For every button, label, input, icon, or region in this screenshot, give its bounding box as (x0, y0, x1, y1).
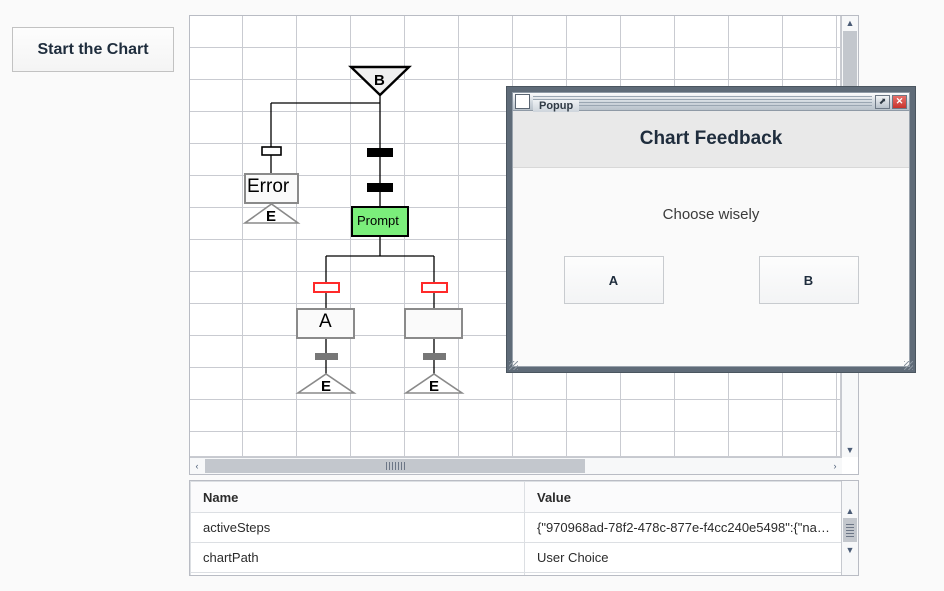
node-step-marker-1[interactable] (367, 148, 393, 157)
popup-title-bar[interactable]: Popup ⬈ ✕ (512, 92, 910, 112)
table-scroll-up-icon[interactable]: ▲ (842, 504, 858, 518)
table-row[interactable]: activeSteps {"970968ad-78f2-478c-877e-f4… (190, 512, 843, 543)
popup-window: Popup ⬈ ✕ Chart Feedback Choose wisely A… (506, 86, 916, 373)
node-boundary-marker[interactable] (261, 146, 282, 156)
close-icon[interactable]: ✕ (892, 94, 907, 109)
grip-icon (385, 462, 405, 470)
column-header-value: Value (524, 481, 843, 513)
table-vertical-scrollbar[interactable]: ▲ ▼ (841, 481, 858, 575)
popup-choice-buttons: A B (513, 256, 909, 304)
maximize-icon[interactable]: ⬈ (875, 94, 890, 109)
window-menu-icon[interactable] (515, 94, 530, 109)
scroll-down-icon[interactable]: ▼ (842, 443, 858, 457)
node-start-event-b[interactable] (348, 65, 412, 97)
table-vscroll-thumb[interactable] (843, 518, 857, 542)
cell-name: activeSteps (190, 512, 525, 543)
popup-message: Choose wisely (662, 206, 760, 223)
table-row[interactable]: instanceId 9e764807-134c-4b30-84a4-6b4b2… (190, 572, 843, 575)
table-scroll-down-icon[interactable]: ▼ (842, 543, 858, 557)
node-task-b[interactable] (404, 308, 463, 339)
title-bar-stripes: Popup (533, 96, 872, 112)
node-step-marker-b2[interactable] (423, 353, 446, 360)
node-task-a[interactable] (296, 308, 355, 339)
node-end-event-b[interactable] (403, 373, 465, 394)
node-pending-marker-b[interactable] (421, 282, 448, 293)
node-task-prompt-active[interactable] (351, 206, 409, 237)
grip-icon (846, 523, 854, 537)
node-end-event-a[interactable] (295, 373, 357, 394)
scroll-left-icon[interactable]: ‹ (190, 458, 204, 474)
choice-button-a[interactable]: A (563, 256, 664, 304)
cell-value: 9e764807-134c-4b30-84a4-6b4b2fac6e30 (524, 572, 843, 575)
diagram-hscroll-thumb[interactable] (205, 459, 585, 473)
node-task-error[interactable] (244, 173, 299, 204)
start-the-chart-button[interactable]: Start the Chart (12, 27, 174, 72)
node-step-marker-a2[interactable] (315, 353, 338, 360)
app-root: Start the Chart B Error E Prompt A E E ▲… (0, 0, 944, 591)
scroll-right-icon[interactable]: › (828, 458, 842, 474)
cell-value: {"970968ad-78f2-478c-877e-f4cc240e5498":… (524, 512, 843, 543)
cell-name: instanceId (190, 572, 525, 575)
variables-table-panel: Name Value activeSteps {"970968ad-78f2-4… (189, 480, 859, 576)
table-row[interactable]: chartPath User Choice (190, 542, 843, 573)
resize-grip-bottom-right[interactable] (904, 361, 913, 370)
node-end-event-error[interactable] (242, 203, 301, 224)
resize-grip-bottom-left[interactable] (509, 361, 518, 370)
window-controls: ⬈ ✕ (875, 94, 907, 109)
node-pending-marker-a[interactable] (313, 282, 340, 293)
table-header-row: Name Value (190, 481, 843, 513)
cell-name: chartPath (190, 542, 525, 573)
variables-table: Name Value activeSteps {"970968ad-78f2-4… (190, 481, 843, 575)
node-step-marker-2[interactable] (367, 183, 393, 192)
choice-button-b[interactable]: B (758, 256, 859, 304)
scroll-up-icon[interactable]: ▲ (842, 16, 858, 30)
popup-body: Chart Feedback Choose wisely A B (512, 111, 910, 367)
popup-title: Popup (533, 100, 580, 112)
column-header-name: Name (190, 481, 525, 513)
cell-value: User Choice (524, 542, 843, 573)
popup-heading: Chart Feedback (513, 111, 909, 168)
diagram-horizontal-scrollbar[interactable]: ‹ › (190, 457, 842, 474)
